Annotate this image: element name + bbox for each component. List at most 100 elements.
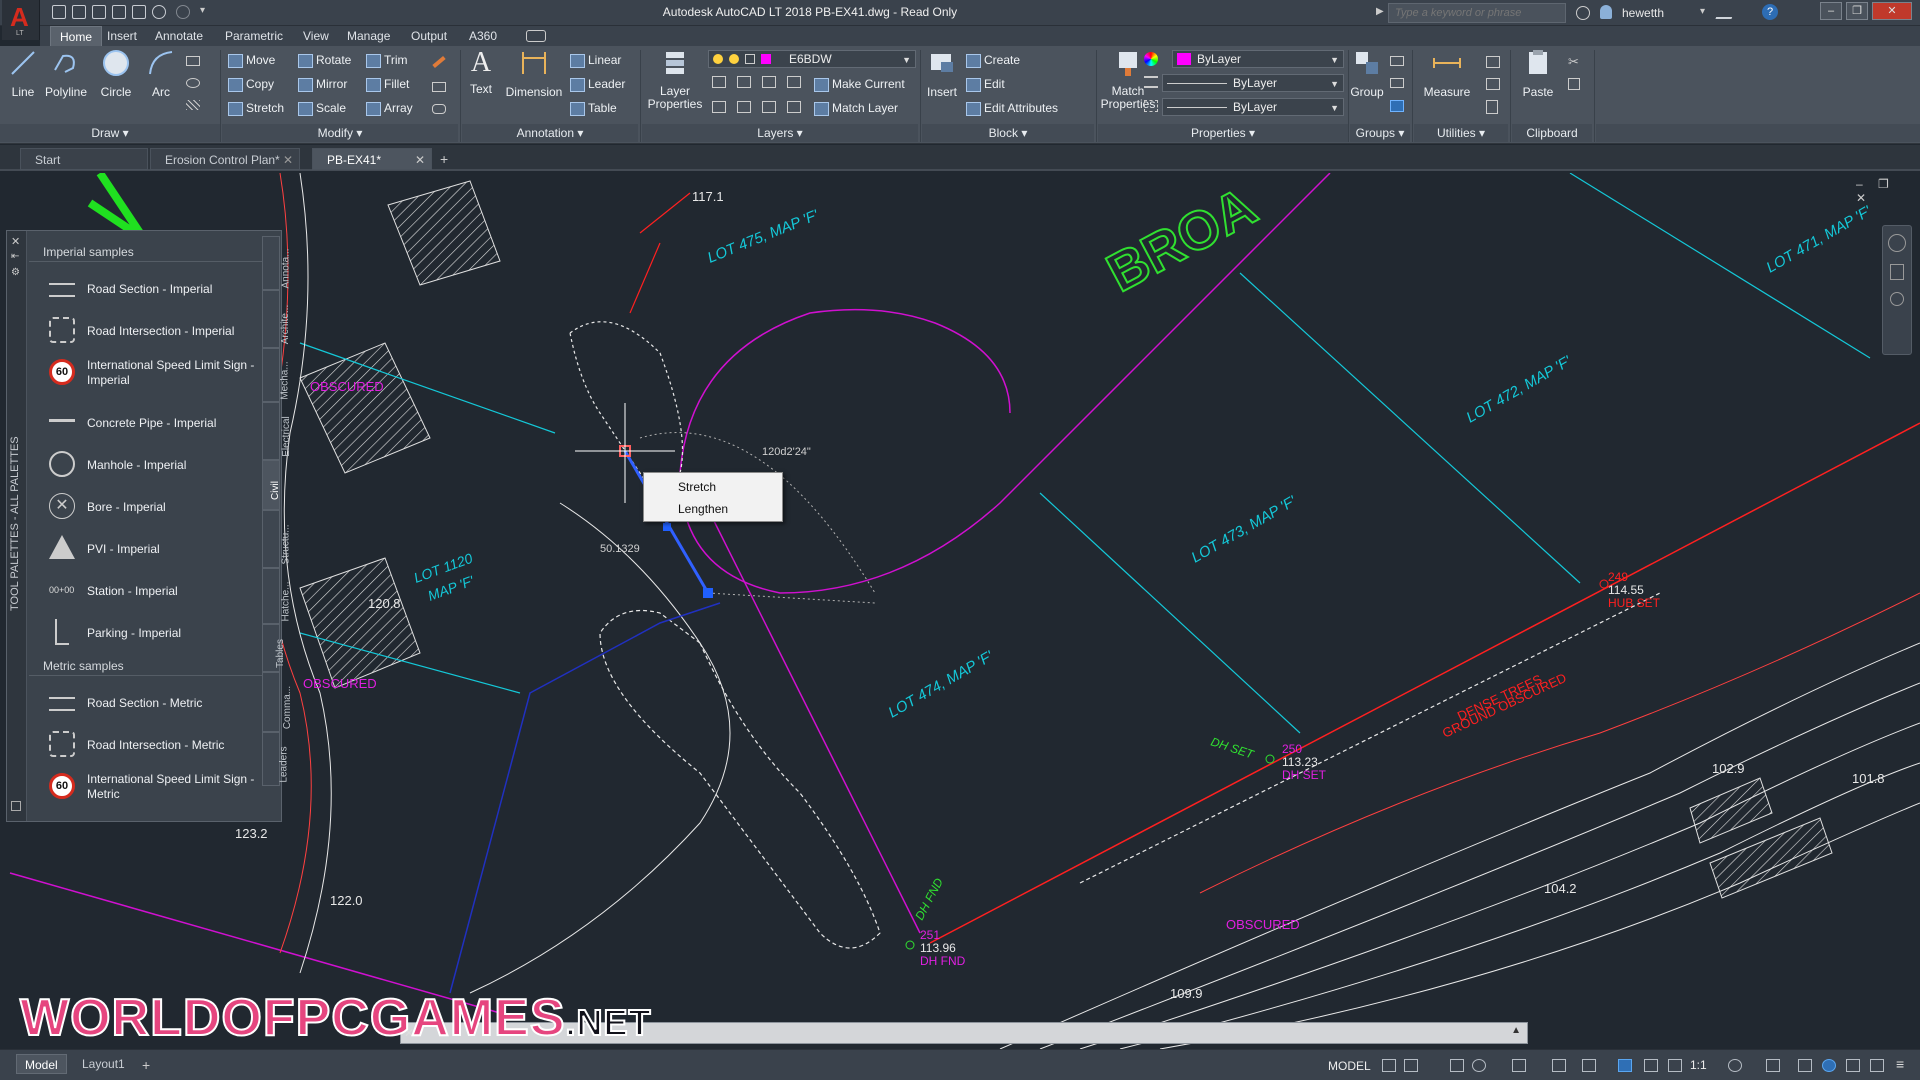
close-tab-icon[interactable]: ✕ — [415, 149, 425, 171]
menu-item-stretch[interactable]: Stretch — [678, 477, 716, 497]
redo-icon[interactable] — [176, 5, 190, 19]
block-panel-title[interactable]: Block ▾ — [922, 124, 1094, 142]
tab-view[interactable]: View — [294, 26, 338, 46]
isometric-icon[interactable] — [1512, 1059, 1526, 1072]
new-tab-icon[interactable]: + — [440, 151, 448, 167]
line-button[interactable]: Line — [6, 48, 40, 99]
undo-icon[interactable] — [152, 5, 166, 19]
edit-block-button[interactable]: Edit — [964, 74, 1005, 94]
palette-tab-command[interactable]: Comma... — [262, 672, 293, 732]
ribbon-options-icon[interactable] — [526, 30, 546, 42]
match-layer-button[interactable]: Match Layer — [812, 98, 898, 118]
polar-tracking-icon[interactable] — [1472, 1059, 1486, 1072]
tab-output[interactable]: Output — [402, 26, 456, 46]
user-dropdown-icon[interactable]: ▾ — [1700, 6, 1705, 17]
layers-panel-title[interactable]: Layers ▾ — [642, 124, 918, 142]
copy-button[interactable]: Copy — [226, 74, 274, 94]
paste-button[interactable]: Paste — [1518, 48, 1558, 99]
properties-panel-title[interactable]: Properties ▾ — [1098, 124, 1348, 142]
annotation-scale[interactable]: 1:1 — [1690, 1058, 1707, 1072]
draw-panel-title[interactable]: Draw ▾ — [0, 124, 220, 142]
tab-parametric[interactable]: Parametric — [216, 26, 292, 46]
layer-tool-icons[interactable] — [712, 76, 808, 120]
palette-item-speed-limit-metric[interactable]: 60 International Speed Limit Sign - Metr… — [49, 767, 254, 807]
move-button[interactable]: Move — [226, 50, 275, 70]
layer-properties-button[interactable]: Layer Properties — [646, 48, 704, 111]
clipboard-tools[interactable]: ✂ — [1568, 54, 1584, 94]
units-icon[interactable] — [1798, 1059, 1812, 1072]
arc-button[interactable]: Arc — [144, 48, 178, 99]
autodesk-app-icon[interactable] — [1715, 5, 1737, 19]
text-button[interactable]: A Text — [466, 48, 496, 97]
open-file-icon[interactable] — [72, 5, 86, 19]
minimize-button[interactable]: – — [1820, 2, 1842, 20]
utility-tools[interactable] — [1486, 54, 1502, 116]
scale-button[interactable]: Scale — [296, 98, 346, 118]
palette-item-bore-imperial[interactable]: ✕ Bore - Imperial — [49, 487, 249, 527]
ortho-icon[interactable] — [1450, 1059, 1464, 1072]
lineweight-dropdown[interactable]: ByLayer ▼ — [1162, 98, 1344, 116]
command-history-icon[interactable]: ▲ — [1511, 1025, 1521, 1036]
help-icon[interactable]: ? — [1762, 4, 1778, 20]
properties-icon[interactable]: ⚙ — [11, 267, 20, 278]
palette-tab-electrical[interactable]: Electrical — [262, 402, 292, 460]
search-input[interactable] — [1388, 3, 1566, 23]
table-button[interactable]: Table — [568, 98, 617, 118]
draw-small-tools[interactable] — [186, 54, 206, 116]
utilities-panel-title[interactable]: Utilities ▾ — [1414, 124, 1508, 142]
group-tools[interactable] — [1390, 54, 1406, 116]
binoculars-icon[interactable] — [1576, 6, 1590, 20]
user-name[interactable]: hewetth — [1622, 6, 1664, 20]
circle-button[interactable]: Circle — [96, 48, 136, 99]
new-file-icon[interactable] — [52, 5, 66, 19]
palette-item-road-section-metric[interactable]: Road Section - Metric — [49, 683, 249, 723]
tab-pb-ex41[interactable]: PB-EX41* ✕ — [312, 148, 432, 170]
auto-hide-icon[interactable]: ⇤ — [11, 251, 19, 262]
leader-button[interactable]: Leader — [568, 74, 625, 94]
palette-tab-annotation[interactable]: Annota... — [262, 236, 292, 290]
workspace-gear-icon[interactable] — [1728, 1059, 1742, 1072]
linetype-dropdown[interactable]: ByLayer ▼ — [1162, 74, 1344, 92]
plot-icon[interactable] — [132, 5, 146, 19]
palette-item-manhole-imperial[interactable]: Manhole - Imperial — [49, 445, 249, 485]
annotation-panel-title[interactable]: Annotation ▾ — [462, 124, 638, 142]
annotation-monitor-icon[interactable] — [1766, 1059, 1780, 1072]
menu-item-lengthen[interactable]: Lengthen — [678, 499, 728, 519]
search-expand-icon[interactable]: ▶ — [1376, 6, 1384, 17]
palette-item-parking-imperial[interactable]: Parking - Imperial — [49, 613, 249, 653]
close-icon[interactable]: ✕ — [11, 235, 20, 248]
array-button[interactable]: Array — [364, 98, 413, 118]
tab-insert[interactable]: Insert — [98, 26, 146, 46]
close-tab-icon[interactable]: ✕ — [283, 149, 293, 171]
palette-item-speed-limit-imperial[interactable]: 60 International Speed Limit Sign - Impe… — [49, 353, 254, 393]
clean-screen-icon[interactable] — [1870, 1059, 1884, 1072]
tab-home[interactable]: Home — [50, 26, 103, 46]
group-button[interactable]: Group — [1350, 48, 1384, 99]
object-snap-icon[interactable] — [1582, 1059, 1596, 1072]
palette-tab-hatches[interactable]: Hatche... — [262, 568, 292, 624]
palette-titlebar[interactable]: ✕ ⇤ ⚙ TOOL PALETTES - ALL PALETTES — [7, 231, 27, 821]
groups-panel-title[interactable]: Groups ▾ — [1350, 124, 1410, 142]
tab-manage[interactable]: Manage — [338, 26, 399, 46]
palette-tab-tables[interactable]: Tables — [262, 624, 286, 672]
make-current-button[interactable]: Make Current — [812, 74, 905, 94]
save-icon[interactable] — [92, 5, 106, 19]
color-dropdown[interactable]: ByLayer ▼ — [1172, 50, 1344, 68]
navigation-bar[interactable] — [1882, 225, 1912, 355]
model-space-toggle[interactable]: MODEL — [1328, 1059, 1371, 1073]
edit-attributes-button[interactable]: Edit Attributes — [964, 98, 1058, 118]
palette-tab-structural[interactable]: Structu... — [262, 510, 292, 568]
palette-item-concrete-pipe-imperial[interactable]: Concrete Pipe - Imperial — [49, 403, 249, 443]
object-snap-tracking-icon[interactable] — [1552, 1059, 1566, 1072]
measure-button[interactable]: Measure — [1420, 48, 1474, 99]
trim-button[interactable]: Trim — [364, 50, 408, 70]
create-block-button[interactable]: Create — [964, 50, 1020, 70]
save-as-icon[interactable] — [112, 5, 126, 19]
fillet-button[interactable]: Fillet — [364, 74, 409, 94]
customization-menu-icon[interactable]: ≡ — [1896, 1056, 1904, 1072]
clipboard-panel-title[interactable]: Clipboard — [1512, 124, 1592, 142]
mirror-button[interactable]: Mirror — [296, 74, 347, 94]
palette-tab-architectural[interactable]: Archite... — [262, 290, 291, 348]
snap-icon[interactable] — [1404, 1059, 1418, 1072]
lineweight-toggle-icon[interactable] — [1618, 1059, 1632, 1072]
